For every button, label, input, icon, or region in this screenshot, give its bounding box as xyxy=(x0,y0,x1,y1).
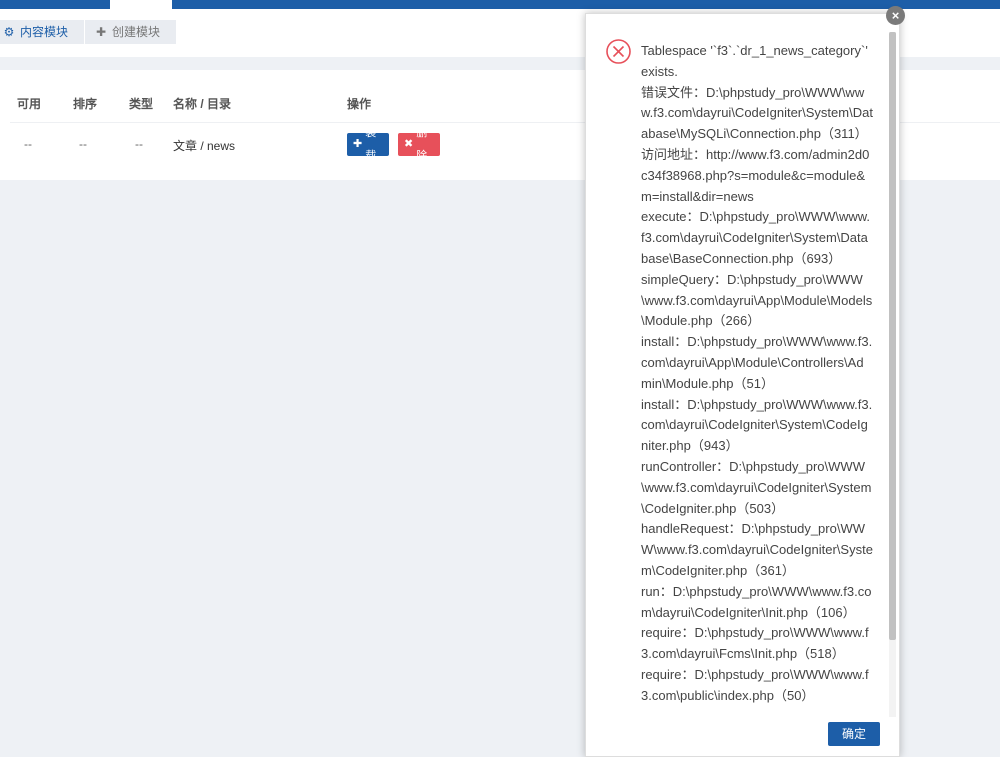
top-active-tab[interactable] xyxy=(110,0,172,9)
tab-content-modules[interactable]: ⚙ 内容模块 xyxy=(0,20,84,44)
error-line: install：D:\phpstudy_pro\WWW\www.f3.com\d… xyxy=(641,396,873,454)
cell-name-directory: 文章 / news xyxy=(173,139,236,153)
error-line: execute：D:\phpstudy_pro\WWW\www.f3.com\d… xyxy=(641,209,871,266)
delete-button-label: 删除 xyxy=(416,126,428,162)
cell-type: -- xyxy=(135,137,143,151)
error-line: require：D:\phpstudy_pro\WWW\www.f3.com\p… xyxy=(641,666,869,703)
delete-button[interactable]: ✖ 删除 xyxy=(398,127,440,162)
error-line: require：D:\phpstudy_pro\WWW\www.f3.com\d… xyxy=(641,625,869,662)
error-line: run：D:\phpstudy_pro\WWW\www.f3.com\dayru… xyxy=(641,583,872,620)
error-icon xyxy=(606,39,631,64)
close-icon: ✖ xyxy=(404,138,414,150)
error-line: handleRequest：D:\phpstudy_pro\WWW\www.f3… xyxy=(641,521,873,578)
tab-create-module-label: 创建模块 xyxy=(112,25,161,39)
error-line: simpleQuery：D:\phpstudy_pro\WWW\www.f3.c… xyxy=(641,271,873,329)
plus-icon: ✚ xyxy=(95,25,107,39)
error-message: Tablespace '`f3`.`dr_1_news_category`' e… xyxy=(641,41,873,718)
plus-icon: ✚ xyxy=(353,138,363,150)
tab-create-module[interactable]: ✚ 创建模块 xyxy=(85,20,176,44)
tab-content-modules-label: 内容模块 xyxy=(20,25,69,39)
cell-order: -- xyxy=(79,137,87,151)
close-icon[interactable]: × xyxy=(886,6,905,25)
error-line: runController：D:\phpstudy_pro\WWW\www.f3… xyxy=(641,458,872,516)
error-line: install：D:\phpstudy_pro\WWW\www.f3.com\d… xyxy=(641,334,873,391)
install-button[interactable]: ✚ 装载 xyxy=(347,127,389,162)
header-available: 可用 xyxy=(17,97,42,111)
install-button-label: 装载 xyxy=(365,126,377,162)
header-order: 排序 xyxy=(73,97,98,111)
error-line: Tablespace '`f3`.`dr_1_news_category`' e… xyxy=(641,43,868,79)
ok-button[interactable]: 确定 xyxy=(828,722,880,746)
header-actions: 操作 xyxy=(347,97,372,111)
error-line: 访问地址：http://www.f3.com/admin2d0c34f38968… xyxy=(641,146,870,204)
header-name-directory: 名称 / 目录 xyxy=(173,97,232,111)
cell-available: -- xyxy=(24,137,32,151)
header-type: 类型 xyxy=(129,97,154,111)
cogs-icon: ⚙ xyxy=(3,25,15,39)
dialog-scrollbar-thumb[interactable] xyxy=(889,32,896,640)
error-line: 错误文件：D:\phpstudy_pro\WWW\www.f3.com\dayr… xyxy=(641,84,873,142)
